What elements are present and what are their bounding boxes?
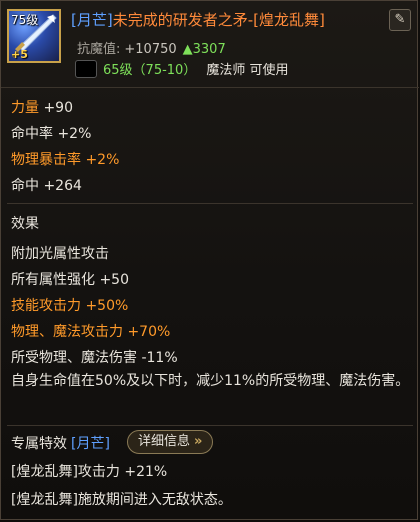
gem-icon (75, 59, 97, 78)
stat-label: 命中率 (11, 126, 53, 142)
resist-increase: ▲3307 (182, 42, 226, 57)
effects-heading: 效果 (11, 216, 39, 232)
effect-label: 所受物理、魔法伤害 (11, 350, 137, 366)
effect-light-attack: 附加光属性攻击 (11, 243, 109, 263)
exclusive-line-1: [煌龙乱舞]攻击力 +21% (11, 464, 168, 480)
detail-info-label: 详细信息 (138, 434, 191, 449)
exclusive-label: 专属特效 (11, 436, 67, 452)
stat-phys-crit: 物理暴击率 +2% (11, 149, 119, 169)
requirement-row: 65级（75-10） 魔法师 可使用 (75, 59, 288, 79)
stat-strength: 力量 +90 (11, 97, 73, 117)
effect-skill-attack: 技能攻击力 +50% (11, 295, 128, 315)
effect-damage-taken: 所受物理、魔法伤害 -11% (11, 347, 178, 367)
stat-value: +2% (57, 126, 92, 142)
effect-value: +70% (127, 324, 171, 340)
resist-value: +10750 (124, 42, 177, 57)
effect-description: 自身生命值在50%及以下时，减少11%的所受物理、魔法伤害。 (11, 373, 410, 389)
stat-value: +264 (43, 178, 82, 194)
item-title-tag: [月芒] (71, 11, 113, 29)
stat-label: 命中 (11, 178, 39, 194)
effect-value: +50% (85, 298, 129, 314)
stat-label: 物理暴击率 (11, 152, 81, 168)
class-requirement: 魔法师 可使用 (206, 63, 289, 78)
divider (7, 425, 413, 426)
item-tooltip: 75级 +5 [月芒]未完成的研发者之矛-[煌龙乱舞] ✎ 抗魔值: +10750… (0, 0, 419, 520)
close-edit-icon[interactable]: ✎ (389, 9, 411, 31)
effect-label: 物理、魔法攻击力 (11, 324, 123, 340)
chevron-double-right-icon: » (194, 434, 203, 449)
effect-label: 附加光属性攻击 (11, 246, 109, 262)
stat-value: +2% (85, 152, 120, 168)
exclusive-effect-row: 专属特效 [月芒] (11, 433, 110, 453)
effect-label: 技能攻击力 (11, 298, 81, 314)
effect-attack: 物理、魔法攻击力 +70% (11, 321, 170, 341)
level-requirement: 65级（75-10） (103, 63, 197, 78)
tooltip-header: 75级 +5 [月芒]未完成的研发者之矛-[煌龙乱舞] ✎ 抗魔值: +10750… (1, 1, 419, 88)
effect-value: +50 (99, 272, 129, 288)
weapon-icon: 75级 +5 (7, 9, 61, 63)
item-level-badge: 75级 (11, 13, 39, 27)
effect-label: 所有属性强化 (11, 272, 95, 288)
exclusive-line-2: [煌龙乱舞]施放期间进入无敌状态。 (11, 492, 232, 508)
resist-row: 抗魔值: +10750 ▲3307 (77, 38, 226, 57)
exclusive-tag: [月芒] (71, 436, 110, 452)
stat-hit: 命中 +264 (11, 175, 82, 195)
effect-value: -11% (141, 350, 178, 366)
divider (7, 203, 413, 204)
item-title: [月芒]未完成的研发者之矛-[煌龙乱舞] (71, 9, 325, 30)
reinforce-badge: +5 (11, 48, 28, 61)
detail-info-button[interactable]: 详细信息» (127, 430, 214, 454)
item-title-name: 未完成的研发者之矛-[煌龙乱舞] (112, 11, 325, 29)
effect-all-element: 所有属性强化 +50 (11, 269, 129, 289)
stat-value: +90 (43, 100, 73, 116)
stat-label: 力量 (11, 100, 39, 116)
stat-hit-rate: 命中率 +2% (11, 123, 91, 143)
resist-label: 抗魔值: (77, 42, 121, 57)
